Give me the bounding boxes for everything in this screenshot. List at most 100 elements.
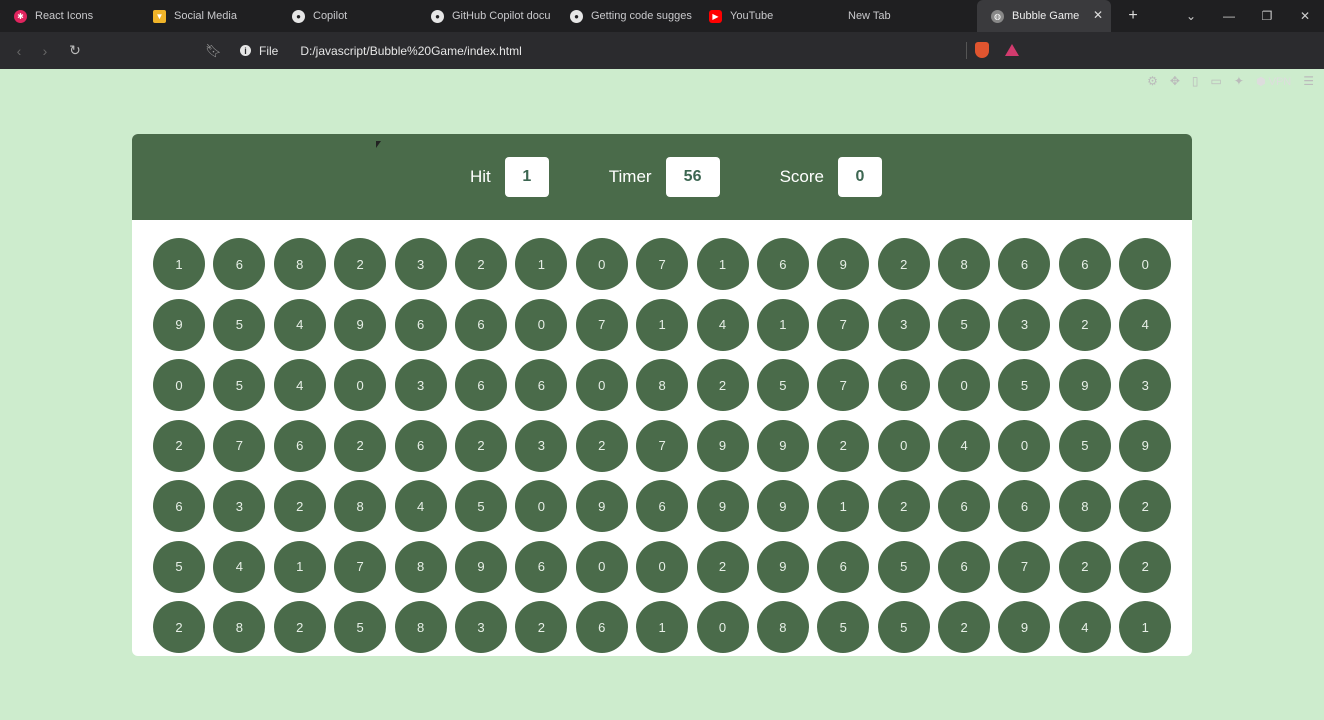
bubble[interactable]: 7 [817,298,870,351]
bubble[interactable]: 9 [696,480,749,532]
bubble[interactable]: 2 [334,238,387,290]
bubble[interactable]: 7 [998,540,1051,593]
bubble[interactable]: 0 [153,359,205,411]
bubble[interactable]: 0 [515,298,568,351]
bubble[interactable]: 8 [213,601,266,653]
bubble[interactable]: 6 [213,238,266,290]
bubble[interactable]: 7 [817,359,870,411]
bubble[interactable]: 6 [515,540,568,593]
bubble[interactable]: 2 [938,601,991,653]
reload-icon[interactable]: ↻ [62,42,88,59]
bubble[interactable]: 7 [636,419,689,472]
bubble[interactable]: 4 [213,540,266,593]
bubble[interactable]: 6 [756,238,809,290]
bubble[interactable]: 9 [998,601,1051,653]
bubble[interactable]: 2 [515,601,568,653]
bubble[interactable]: 3 [454,601,507,653]
bubble[interactable]: 1 [756,298,809,351]
bubble[interactable]: 6 [454,298,507,351]
bubble[interactable]: 2 [334,419,387,472]
bubble[interactable]: 4 [394,480,447,532]
url-field[interactable]: i File D:/javascript/Bubble%20Game/index… [232,38,972,63]
bubble[interactable]: 4 [696,298,749,351]
bubble[interactable]: 6 [394,419,447,472]
bubble[interactable]: 2 [273,480,326,532]
bubble[interactable]: 0 [575,238,628,290]
bubble[interactable]: 4 [938,419,991,472]
bubble[interactable]: 9 [1119,419,1172,472]
back-icon[interactable]: ‹ [6,43,32,59]
bubble[interactable]: 3 [394,359,447,411]
bubble[interactable]: 0 [575,540,628,593]
bubble[interactable]: 3 [394,238,447,290]
bubble[interactable]: 2 [575,419,628,472]
bubble[interactable]: 3 [877,298,930,351]
tab-github-copilot-docs[interactable]: ● GitHub Copilot docu [417,0,556,32]
bubble[interactable]: 6 [938,480,991,532]
bubble[interactable]: 4 [273,298,326,351]
bubble[interactable]: 6 [1058,238,1111,290]
bubble[interactable]: 9 [756,480,809,532]
bubble[interactable]: 2 [1058,298,1111,351]
menu-icon[interactable]: ☰ [1303,74,1314,88]
bubble[interactable]: 2 [153,601,205,653]
bubble[interactable]: 9 [817,238,870,290]
bubble[interactable]: 9 [153,298,205,351]
bubble[interactable]: 8 [636,359,689,411]
tab-getting-code-suggestions[interactable]: ● Getting code sugges [556,0,695,32]
close-tab-icon[interactable]: ✕ [1093,8,1103,22]
bubble[interactable]: 1 [1119,601,1172,653]
brave-rewards-icon[interactable] [1005,44,1019,56]
bubble[interactable]: 8 [938,238,991,290]
bubble[interactable]: 9 [696,419,749,472]
bubble[interactable]: 5 [998,359,1051,411]
restore-icon[interactable]: ❐ [1248,9,1286,23]
bubble[interactable]: 2 [1119,540,1172,593]
bubble[interactable]: 9 [454,540,507,593]
tab-bubble-game[interactable]: ◍ Bubble Game ✕ [977,0,1111,32]
bubble[interactable]: 7 [334,540,387,593]
bubble[interactable]: 2 [1119,480,1172,532]
bubble[interactable]: 0 [696,601,749,653]
bubble[interactable]: 0 [998,419,1051,472]
settings-gear-icon[interactable]: ⚙ [1147,74,1158,88]
bubble[interactable]: 6 [938,540,991,593]
bubble[interactable]: 6 [575,601,628,653]
bubble[interactable]: 6 [636,480,689,532]
bubble[interactable]: 8 [1058,480,1111,532]
bubble[interactable]: 4 [1119,298,1172,351]
bubble[interactable]: 0 [938,359,991,411]
bubble[interactable]: 1 [636,298,689,351]
extensions-icon[interactable]: ✥ [1170,74,1180,88]
bubble[interactable]: 2 [696,540,749,593]
bubble[interactable]: 3 [1119,359,1172,411]
bubble[interactable]: 9 [756,419,809,472]
tab-youtube[interactable]: ▶ YouTube [695,0,834,32]
bubble[interactable]: 8 [334,480,387,532]
bubble[interactable]: 9 [1058,359,1111,411]
close-window-icon[interactable]: ✕ [1286,9,1324,23]
bubble[interactable]: 2 [454,419,507,472]
bubble[interactable]: 5 [213,359,266,411]
sidebar-icon[interactable]: ▯ [1192,74,1199,88]
bubble[interactable]: 6 [273,419,326,472]
minimize-icon[interactable]: — [1210,9,1248,23]
bubble[interactable]: 2 [877,480,930,532]
bubble[interactable]: 0 [515,480,568,532]
bubble[interactable]: 1 [636,601,689,653]
bubble[interactable]: 2 [877,238,930,290]
bubble[interactable]: 6 [998,480,1051,532]
new-tab-button[interactable]: + [1123,7,1143,25]
bubble[interactable]: 1 [515,238,568,290]
bubble[interactable]: 6 [454,359,507,411]
bubble[interactable]: 1 [153,238,205,290]
bubble[interactable]: 5 [213,298,266,351]
tab-new-tab[interactable]: New Tab [834,0,973,32]
bubble[interactable]: 5 [756,359,809,411]
bookmark-icon[interactable]: 🔖︎ [205,43,222,59]
bubble[interactable]: 8 [394,540,447,593]
bubble[interactable]: 0 [877,419,930,472]
bubble[interactable]: 7 [636,238,689,290]
bubble[interactable]: 2 [273,601,326,653]
bubble[interactable]: 4 [1058,601,1111,653]
